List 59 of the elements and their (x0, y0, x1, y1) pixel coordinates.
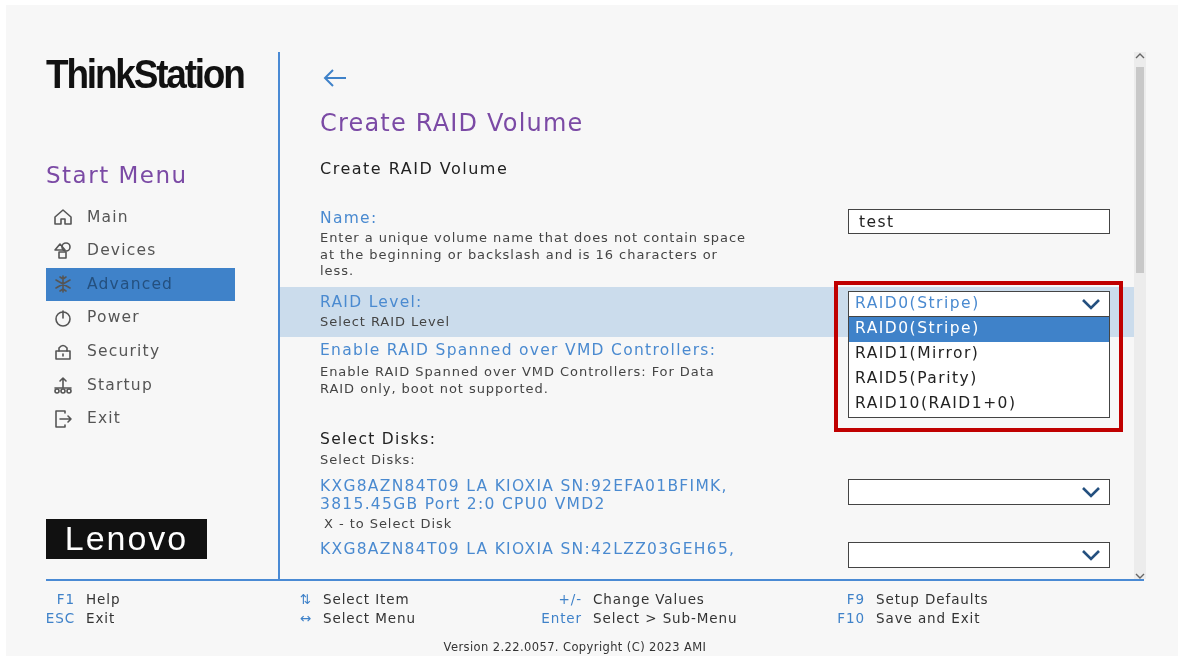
page-subtitle: Create RAID Volume (320, 158, 509, 180)
hint-label: Select Menu (323, 608, 416, 627)
snowflake-icon (53, 274, 73, 295)
hint-label: Help (86, 589, 121, 608)
hint-label: Exit (86, 608, 116, 627)
product-logo: ThinkStation (46, 53, 244, 95)
hint-label: Setup Defaults (876, 589, 989, 608)
menu-item[interactable]: Startup (46, 368, 235, 403)
menu-item[interactable]: Power (46, 301, 235, 335)
version-text: Version 2.22.0057. Copyright (C) 2023 AMI (442, 638, 708, 656)
help-text: X - to Select Disk (324, 515, 454, 532)
dropdown[interactable]: RAID0(Stripe) (848, 290, 1110, 317)
disk-label: KXG8AZN84T09 LA KIOXIA SN:92EFA01BFIMK, 3815.45GB Port 2:0 CPU0 VMD2 (320, 476, 729, 513)
key-hint: F10 (836, 608, 865, 627)
hint-label: Select Item (323, 589, 410, 608)
menu-item[interactable]: Main (46, 200, 235, 235)
hint-label: Select > Sub-Menu (593, 608, 738, 627)
menu-item[interactable]: Devices (46, 234, 235, 268)
help-text: Enable RAID Spanned over VMD Controllers: For Data RAID only, boot not supported. (320, 364, 716, 397)
dropdown-option[interactable]: RAID0(Stripe) (849, 316, 1109, 342)
page-title: Create RAID Volume (320, 108, 584, 139)
hint-label: Save and Exit (876, 608, 981, 627)
menu-title: Start Menu (46, 161, 188, 190)
shapes-icon (53, 240, 73, 261)
key-hint: F1 (55, 589, 75, 608)
dropdown-option[interactable]: RAID5(Parity) (849, 366, 1109, 392)
chevron-down-icon (1081, 485, 1101, 498)
help-text: Select RAID Level (320, 313, 452, 330)
setting-label: Enable RAID Spanned over VMD Controllers: (320, 341, 718, 359)
startup-icon (53, 375, 73, 396)
key-hint: ⇅ (298, 589, 312, 608)
dropdown[interactable] (848, 478, 1110, 505)
menu-item[interactable]: Exit (46, 402, 235, 436)
home-icon (53, 207, 73, 228)
dropdown-option[interactable]: RAID1(Mirror) (849, 341, 1109, 367)
hint-label: Change Values (593, 589, 705, 608)
text-field[interactable]: test (848, 209, 1110, 234)
dropdown-option[interactable]: RAID10(RAID1+0) (849, 391, 1109, 417)
help-text: Enter a unique volume name that does not contain space at the beginning or backslash and is 16 characters or less. (320, 230, 747, 280)
chevron-down-icon (1081, 549, 1101, 561)
key-hint: Enter (540, 608, 582, 627)
scroll-up-icon[interactable] (1135, 52, 1145, 60)
disk-label: KXG8AZN84T09 LA KIOXIA SN:42LZZ03GEH65, (320, 540, 737, 558)
power-icon (53, 308, 73, 329)
key-hint: ↔ (298, 608, 312, 627)
scroll-down-icon[interactable] (1135, 572, 1145, 579)
key-hint: F9 (845, 589, 865, 608)
setting-label: Select Disks: (320, 430, 438, 448)
exit-icon (53, 408, 73, 429)
dropdown[interactable] (848, 542, 1110, 568)
key-hint: +/- (557, 589, 582, 608)
chevron-down-icon (1081, 297, 1101, 310)
scrollbar[interactable] (1134, 52, 1146, 579)
setting-label: RAID Level: (320, 292, 424, 311)
vendor-logo: Lenovo (46, 518, 207, 559)
menu-item[interactable]: Security (46, 334, 235, 369)
key-hint: ESC (44, 608, 75, 627)
help-text: Select Disks: (320, 452, 417, 469)
setting-label: Name: (320, 209, 379, 227)
